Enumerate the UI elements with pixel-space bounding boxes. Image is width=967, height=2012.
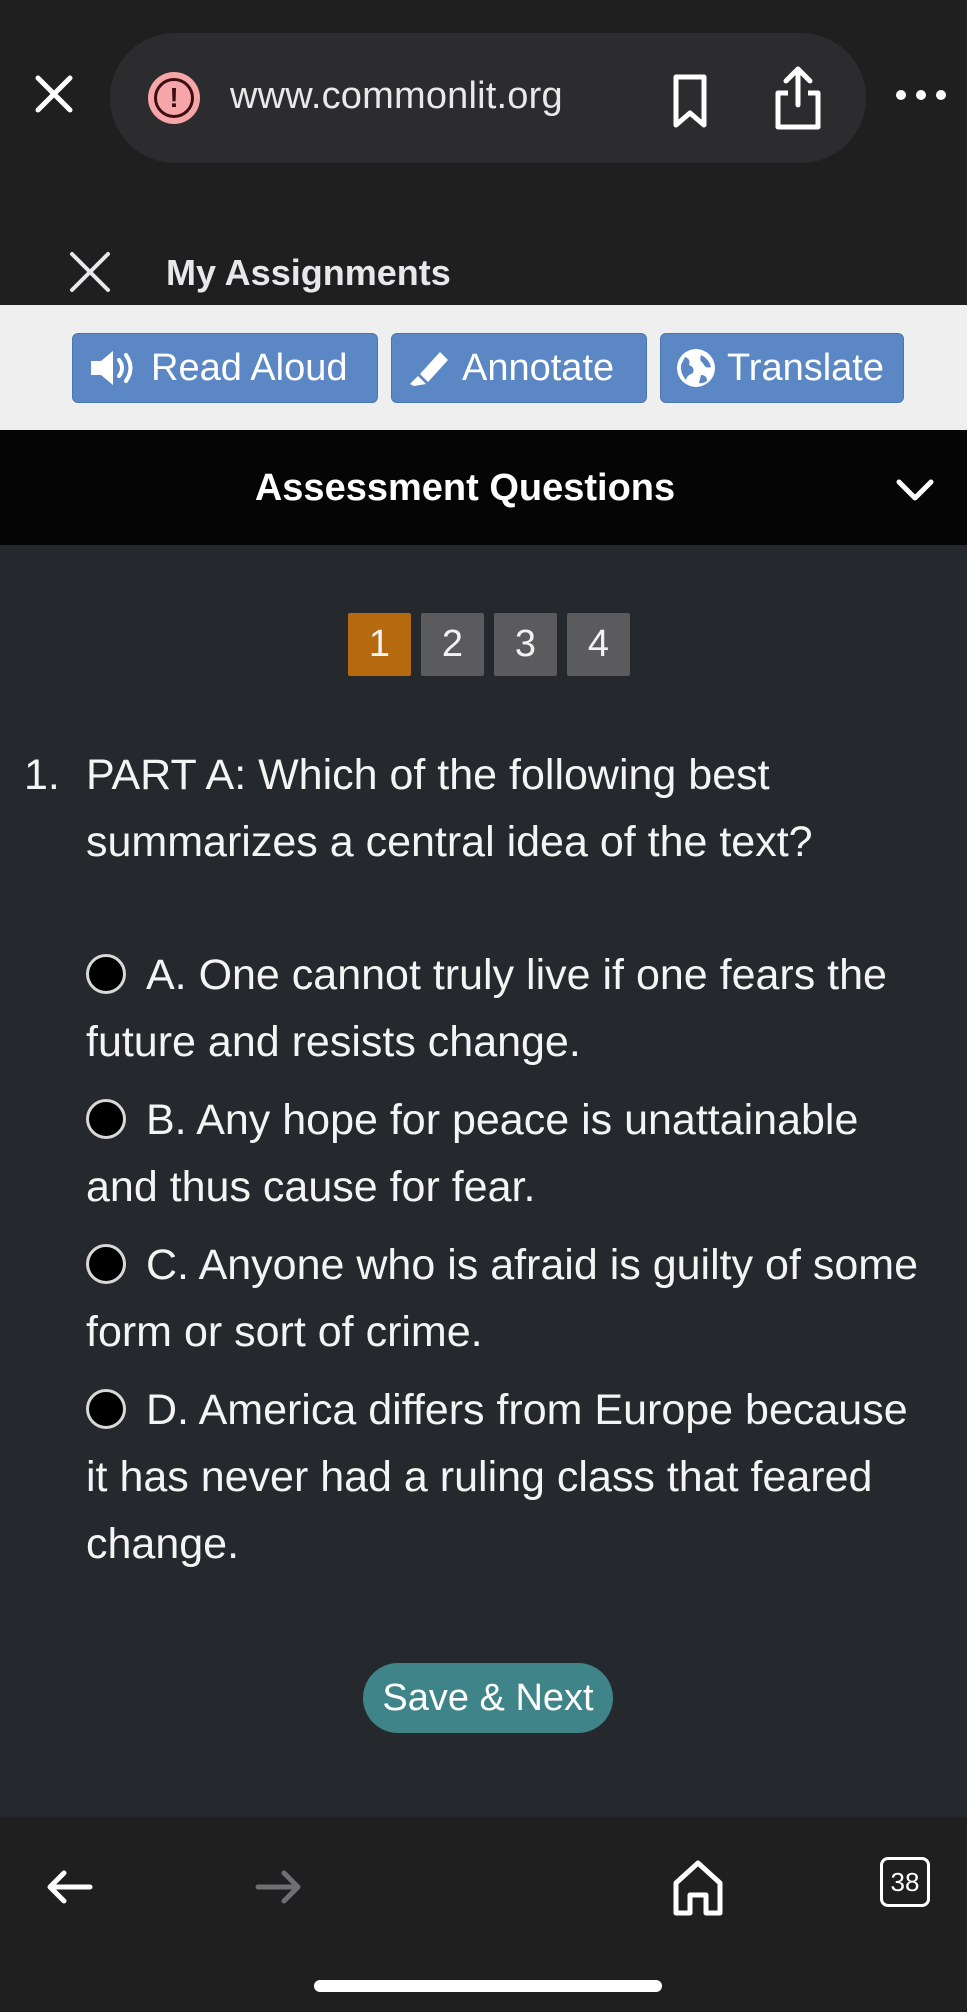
radio-button-b[interactable] <box>86 1099 126 1139</box>
question-page-4[interactable]: 4 <box>567 613 630 676</box>
home-indicator[interactable] <box>314 1980 662 1992</box>
page-title: My Assignments <box>166 252 451 293</box>
answer-choice-d[interactable]: D. America differs from Europe because i… <box>86 1377 926 1578</box>
annotate-label: Annotate <box>462 346 615 389</box>
read-aloud-label: Read Aloud <box>151 346 348 389</box>
page: ! www.commonlit.org My Assignments Read … <box>0 0 967 2012</box>
translate-button[interactable]: Translate <box>660 333 904 403</box>
question-page-1[interactable]: 1 <box>348 613 411 676</box>
question-prompt: 1. PART A: Which of the following best s… <box>24 742 924 876</box>
save-next-button[interactable]: Save & Next <box>363 1663 613 1733</box>
answer-choice-text: D. America differs from Europe because i… <box>86 1386 908 1568</box>
radio-button-d[interactable] <box>86 1389 126 1429</box>
chevron-down-icon[interactable] <box>894 474 936 504</box>
question-pager: 1 2 3 4 <box>348 613 630 676</box>
speaker-icon <box>91 351 133 385</box>
answer-choice-b[interactable]: B. Any hope for peace is unattainable an… <box>86 1087 926 1221</box>
url-text: www.commonlit.org <box>230 75 563 117</box>
browser-bottom-bar: 38 <box>0 1817 967 2012</box>
question-page-3[interactable]: 3 <box>494 613 557 676</box>
annotate-button[interactable]: Annotate <box>391 333 647 403</box>
reading-toolbar: Read Aloud Annotate Translate <box>0 305 967 430</box>
close-assignment-icon[interactable] <box>66 248 114 296</box>
tabs-count-button[interactable]: 38 <box>880 1857 930 1907</box>
read-aloud-button[interactable]: Read Aloud <box>72 333 378 403</box>
answer-choice-c[interactable]: C. Anyone who is afraid is guilty of som… <box>86 1232 926 1366</box>
answer-choice-text: A. One cannot truly live if one fears th… <box>86 951 887 1066</box>
question-text: PART A: Which of the following best summ… <box>86 751 813 866</box>
answer-choice-text: B. Any hope for peace is unattainable an… <box>86 1096 859 1211</box>
home-icon[interactable] <box>670 1857 726 1917</box>
globe-icon <box>677 349 715 387</box>
answer-choice-a[interactable]: A. One cannot truly live if one fears th… <box>86 942 926 1076</box>
assessment-header[interactable]: Assessment Questions <box>0 430 967 545</box>
browser-close-icon[interactable] <box>28 68 80 120</box>
radio-button-c[interactable] <box>86 1244 126 1284</box>
question-page-2[interactable]: 2 <box>421 613 484 676</box>
translate-label: Translate <box>727 346 884 389</box>
question-number: 1. <box>24 751 60 799</box>
question-panel: 1 2 3 4 1. PART A: Which of the followin… <box>0 545 967 1817</box>
more-options-icon[interactable] <box>893 80 949 110</box>
assessment-title: Assessment Questions <box>254 467 676 509</box>
browser-top-bar: ! www.commonlit.org My Assignments <box>0 0 967 305</box>
bookmark-icon[interactable] <box>666 73 714 129</box>
back-arrow-icon[interactable] <box>44 1867 94 1907</box>
radio-button-a[interactable] <box>86 954 126 994</box>
assignments-bar: My Assignments <box>0 240 967 305</box>
url-bar[interactable]: ! www.commonlit.org <box>110 33 866 163</box>
highlighter-icon <box>410 352 448 386</box>
share-icon[interactable] <box>770 63 826 133</box>
answer-choice-text: C. Anyone who is afraid is guilty of som… <box>86 1241 918 1356</box>
not-secure-warning-icon[interactable]: ! <box>148 72 200 124</box>
forward-arrow-icon[interactable] <box>254 1867 304 1907</box>
